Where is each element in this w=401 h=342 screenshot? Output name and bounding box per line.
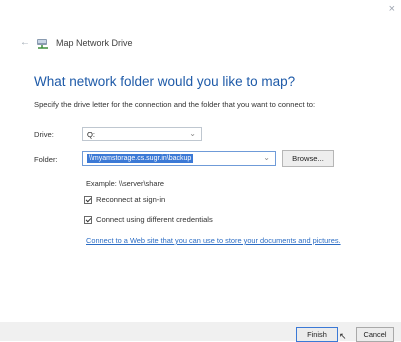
- instruction-text: Specify the drive letter for the connect…: [34, 100, 316, 109]
- back-arrow-icon[interactable]: ←: [20, 38, 30, 48]
- dialog-header: ← Map Network Drive: [20, 34, 133, 52]
- drive-label: Drive:: [34, 130, 54, 139]
- reconnect-checkbox[interactable]: [84, 195, 92, 204]
- cancel-button[interactable]: Cancel: [356, 327, 394, 342]
- credentials-checkbox[interactable]: [84, 215, 92, 224]
- folder-label: Folder:: [34, 155, 58, 164]
- browse-button[interactable]: Browse...: [282, 150, 334, 167]
- finish-button[interactable]: Finish: [296, 327, 338, 342]
- drive-select[interactable]: Q: ⌄: [82, 127, 202, 141]
- web-site-link[interactable]: Connect to a Web site that you can use t…: [86, 236, 341, 245]
- mouse-pointer-icon: ↖: [339, 331, 347, 341]
- drive-value: Q:: [87, 129, 96, 139]
- folder-value: \\myamstorage.cs.sugr.in\backup: [87, 154, 194, 163]
- dialog-title: Map Network Drive: [56, 38, 133, 48]
- reconnect-label: Reconnect at sign-in: [96, 195, 166, 204]
- chevron-down-icon[interactable]: ⌄: [189, 129, 196, 138]
- folder-input[interactable]: \\myamstorage.cs.sugr.in\backup ⌄: [82, 151, 276, 166]
- example-text: Example: \\server\share: [86, 179, 165, 188]
- credentials-label: Connect using different credentials: [96, 215, 213, 224]
- close-icon[interactable]: ×: [389, 4, 395, 15]
- chevron-down-icon[interactable]: ⌄: [263, 153, 270, 162]
- network-drive-icon: [36, 37, 50, 49]
- page-heading: What network folder would you like to ma…: [34, 74, 296, 89]
- window-titlebar: ×: [0, 0, 401, 24]
- credentials-option[interactable]: Connect using different credentials: [84, 215, 213, 224]
- reconnect-option[interactable]: Reconnect at sign-in: [84, 195, 165, 204]
